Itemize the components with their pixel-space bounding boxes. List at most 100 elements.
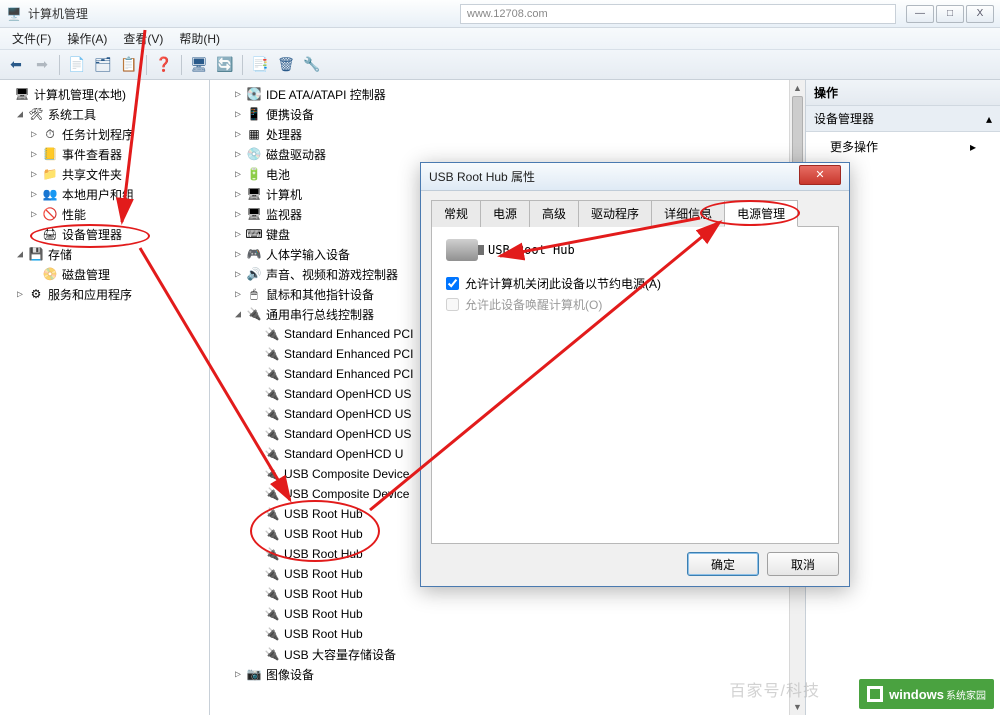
toolbar-separator [59,55,60,75]
performance-icon: 🚫 [42,206,58,222]
scroll-up-icon[interactable]: ▲ [790,80,805,96]
tree-label: Standard Enhanced PCI [284,347,413,361]
usb-port-icon: 🔌 [264,326,280,342]
tree-root[interactable]: 🖥 计算机管理(本地) [0,84,209,104]
tab-general[interactable]: 常规 [431,200,481,227]
expand-icon[interactable]: ▷ [232,269,244,280]
expand-icon[interactable]: ▷ [28,189,40,200]
update-driver-button[interactable]: 🔧 [300,53,324,77]
expand-icon[interactable]: ▷ [14,289,26,300]
expand-icon[interactable]: ▷ [232,289,244,300]
tree-label: 处理器 [266,126,302,143]
expand-icon[interactable]: ▷ [28,149,40,160]
tree-event-viewer[interactable]: ▷📒事件查看器 [0,144,209,164]
device-category-icon: 🎮 [246,246,262,262]
refresh-button[interactable]: 🔄 [213,53,237,77]
maximize-button[interactable]: □ [936,5,964,23]
expand-icon[interactable]: ▷ [232,189,244,200]
expand-icon[interactable]: ▷ [28,129,40,140]
tree-performance[interactable]: ▷🚫性能 [0,204,209,224]
device-name-label: USB Root Hub [488,243,575,257]
tree-storage[interactable]: ◢💾存储 [0,244,209,264]
tab-power[interactable]: 电源 [480,200,530,227]
menu-help[interactable]: 帮助(H) [171,28,228,49]
usb-port-icon: 🔌 [264,506,280,522]
cancel-button[interactable]: 取消 [767,552,839,576]
expand-icon[interactable]: ▷ [28,169,40,180]
tree-label: 便携设备 [266,106,314,123]
scroll-down-icon[interactable]: ▼ [790,699,805,715]
checkbox-allow-off[interactable]: 允许计算机关闭此设备以节约电源(A) [446,275,824,292]
tree-label: USB Root Hub [284,507,363,521]
expand-icon[interactable]: ▷ [232,109,244,120]
tree-device-category[interactable]: ▷💽IDE ATA/ATAPI 控制器 [210,84,805,104]
tree-label: USB Composite Device [284,487,409,501]
tree-device-category[interactable]: ▷▦处理器 [210,124,805,144]
computer-icon: 🖥 [14,86,30,102]
forward-button[interactable]: ➡ [30,53,54,77]
dialog-titlebar[interactable]: USB Root Hub 属性 ✕ [421,163,849,191]
scan-button[interactable]: 📑 [248,53,272,77]
tab-details[interactable]: 详细信息 [651,200,725,227]
actions-section[interactable]: 设备管理器 ▴ [806,106,1000,132]
device-category-icon: 🖥 [246,206,262,222]
camera-icon: 📷 [246,666,262,682]
minimize-button[interactable]: — [906,5,934,23]
expand-icon[interactable]: ▷ [232,129,244,140]
close-button[interactable]: X [966,5,994,23]
properties-button[interactable]: 📋 [117,53,141,77]
help-button[interactable]: ❓ [152,53,176,77]
tree-local-users[interactable]: ▷👥本地用户和组 [0,184,209,204]
dialog-footer: 确定 取消 [431,544,839,576]
expand-icon[interactable]: ◢ [232,309,244,320]
checkbox-allow-off-input[interactable] [446,277,459,290]
address-bar[interactable]: www.12708.com [460,4,896,24]
dialog-title: USB Root Hub 属性 [429,168,799,185]
tab-driver[interactable]: 驱动程序 [578,200,652,227]
view-button[interactable]: 🖥 [187,53,211,77]
tree-device-manager[interactable]: 🖨设备管理器 [0,224,209,244]
tab-power-mgmt[interactable]: 电源管理 [724,200,798,227]
tree-shared-folders[interactable]: ▷📁共享文件夹 [0,164,209,184]
tree-usb-device[interactable]: 🔌USB Root Hub [210,604,805,624]
expand-icon[interactable]: ▷ [232,249,244,260]
dialog-close-button[interactable]: ✕ [799,165,841,185]
usb-port-icon: 🔌 [264,526,280,542]
tree-usb-device[interactable]: 🔌USB 大容量存储设备 [210,644,805,664]
show-hide-tree-button[interactable]: 🗂 [91,53,115,77]
tree-services-apps[interactable]: ▷⚙服务和应用程序 [0,284,209,304]
chevron-right-icon: ▸ [970,140,976,154]
expand-icon[interactable]: ◢ [14,249,26,260]
tree-device-category[interactable]: ▷📱便携设备 [210,104,805,124]
toolbar: ⬅ ➡ 📄 🗂 📋 ❓ 🖥 🔄 📑 🗑 🔧 [0,50,1000,80]
back-button[interactable]: ⬅ [4,53,28,77]
device-category-icon: 💿 [246,146,262,162]
expand-icon[interactable]: ▷ [28,209,40,220]
expand-icon[interactable]: ◢ [14,109,26,120]
tree-usb-device[interactable]: 🔌USB Root Hub [210,584,805,604]
expand-icon[interactable]: ▷ [232,169,244,180]
ok-button[interactable]: 确定 [687,552,759,576]
uninstall-button[interactable]: 🗑 [274,53,298,77]
expand-icon[interactable]: ▷ [232,209,244,220]
expand-icon[interactable]: ▷ [232,149,244,160]
usb-port-icon: 🔌 [264,466,280,482]
tree-device-category[interactable]: ▷💿磁盘驱动器 [210,144,805,164]
tree-disk-mgmt[interactable]: 📀磁盘管理 [0,264,209,284]
tree-label: USB Composite Device [284,467,409,481]
menu-file[interactable]: 文件(F) [4,28,59,49]
tree-label: USB Root Hub [284,567,363,581]
expand-icon[interactable]: ▷ [232,89,244,100]
tree-system-tools[interactable]: ◢ 🛠 系统工具 [0,104,209,124]
menu-view[interactable]: 查看(V) [115,28,171,49]
expand-icon[interactable]: ▷ [232,229,244,240]
tree-task-scheduler[interactable]: ▷⏱任务计划程序 [0,124,209,144]
up-button[interactable]: 📄 [65,53,89,77]
menu-action[interactable]: 操作(A) [59,28,115,49]
tree-usb-device[interactable]: 🔌USB Root Hub [210,624,805,644]
actions-more[interactable]: 更多操作 ▸ [806,132,1000,161]
expand-icon[interactable]: ▷ [232,669,244,680]
tab-advanced[interactable]: 高级 [529,200,579,227]
tree-label: Standard Enhanced PCI [284,367,413,381]
tree-imaging[interactable]: ▷📷图像设备 [210,664,805,684]
